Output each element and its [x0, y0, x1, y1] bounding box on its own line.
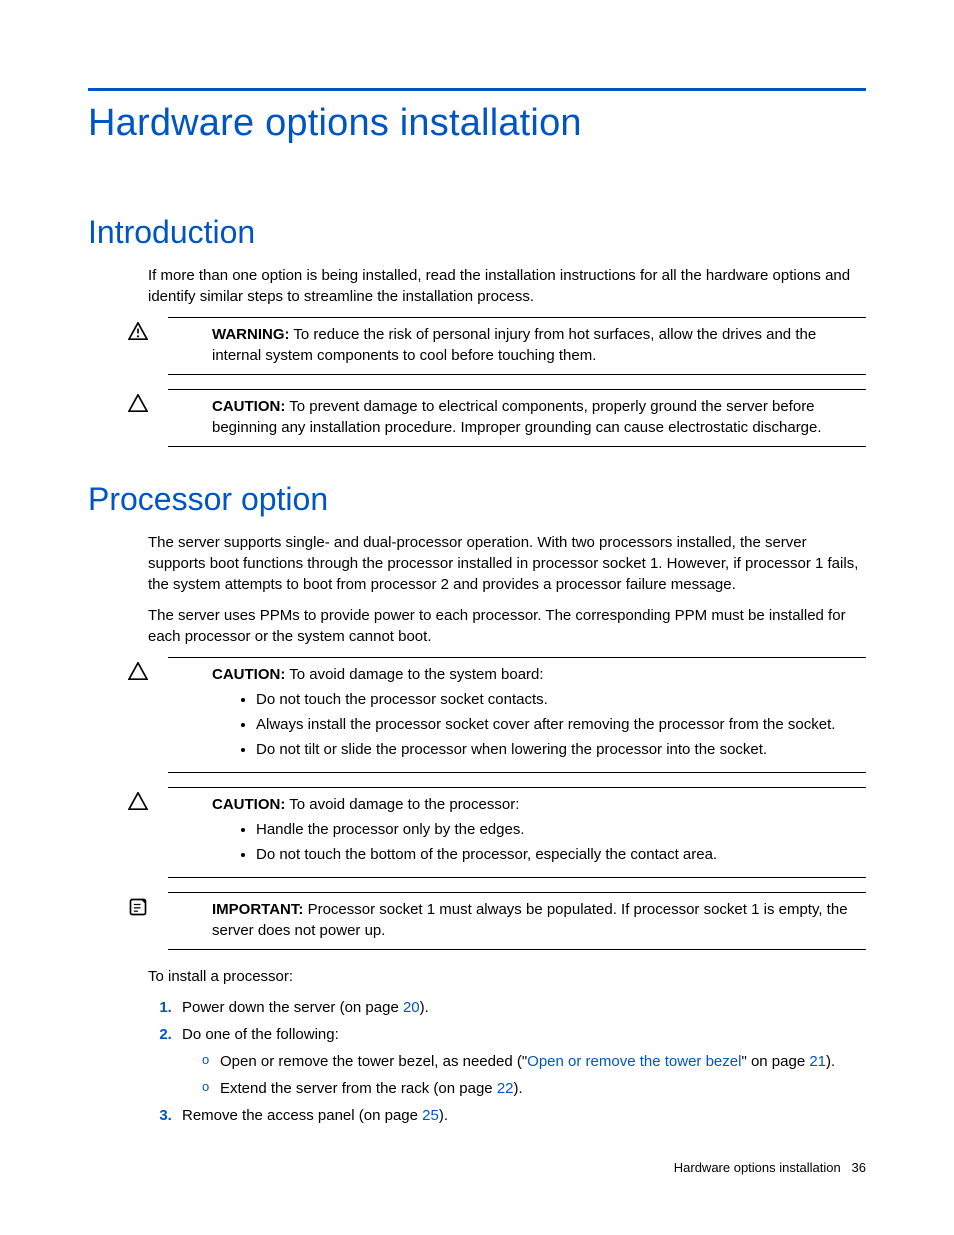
- step-2-sublist: Open or remove the tower bezel, as neede…: [182, 1051, 866, 1099]
- intro-paragraph: If more than one option is being install…: [148, 265, 866, 307]
- caution-icon: [126, 792, 150, 816]
- step-1: Power down the server (on page 20).: [176, 997, 866, 1018]
- bullet-item: Handle the processor only by the edges.: [256, 819, 866, 840]
- step-2: Do one of the following: Open or remove …: [176, 1024, 866, 1099]
- bullet-item: Do not tilt or slide the processor when …: [256, 739, 866, 760]
- sub-item: Open or remove the tower bezel, as neede…: [202, 1051, 866, 1072]
- processor-p2: The server uses PPMs to provide power to…: [148, 605, 866, 647]
- section-title-processor: Processor option: [88, 477, 866, 522]
- sub-item: Extend the server from the rack (on page…: [202, 1078, 866, 1099]
- caution-bullets: Handle the processor only by the edges. …: [212, 819, 866, 865]
- important-text: Processor socket 1 must always be popula…: [212, 901, 848, 939]
- link-open-bezel[interactable]: Open or remove the tower bezel: [527, 1053, 741, 1070]
- caution-text: To avoid damage to the processor:: [289, 796, 519, 813]
- steps-lead-in: To install a processor:: [148, 966, 866, 987]
- important-admonition: IMPORTANT: Processor socket 1 must alway…: [168, 892, 866, 950]
- bullet-item: Always install the processor socket cove…: [256, 714, 866, 735]
- caution-icon: [126, 394, 150, 418]
- section-title-introduction: Introduction: [88, 210, 866, 255]
- caution-label: CAUTION:: [212, 796, 285, 813]
- caution-system-board: CAUTION: To avoid damage to the system b…: [168, 657, 866, 773]
- page-link-25[interactable]: 25: [422, 1107, 439, 1124]
- caution-label: CAUTION:: [212, 666, 285, 683]
- warning-text: To reduce the risk of personal injury fr…: [212, 326, 816, 364]
- important-label: IMPORTANT:: [212, 901, 303, 918]
- warning-label: WARNING:: [212, 326, 290, 343]
- chapter-rule: [88, 88, 866, 91]
- footer-text: Hardware options installation: [674, 1160, 841, 1175]
- caution-label: CAUTION:: [212, 398, 285, 415]
- caution-bullets: Do not touch the processor socket contac…: [212, 689, 866, 760]
- page-link-20[interactable]: 20: [403, 999, 420, 1016]
- note-icon: [126, 897, 150, 923]
- caution-icon: [126, 662, 150, 686]
- footer-page-number: 36: [852, 1160, 866, 1175]
- warning-icon: [126, 322, 150, 346]
- processor-p1: The server supports single- and dual-pro…: [148, 532, 866, 595]
- bullet-item: Do not touch the processor socket contac…: [256, 689, 866, 710]
- page-link-22[interactable]: 22: [497, 1080, 514, 1097]
- page-footer: Hardware options installation 36: [674, 1159, 866, 1177]
- step-3: Remove the access panel (on page 25).: [176, 1105, 866, 1126]
- caution-text: To prevent damage to electrical componen…: [212, 398, 822, 436]
- chapter-title: Hardware options installation: [88, 97, 866, 150]
- bullet-item: Do not touch the bottom of the processor…: [256, 844, 866, 865]
- page-link-21[interactable]: 21: [809, 1053, 826, 1070]
- install-steps: Power down the server (on page 20). Do o…: [148, 997, 866, 1126]
- caution-admonition: CAUTION: To prevent damage to electrical…: [168, 389, 866, 447]
- caution-processor: CAUTION: To avoid damage to the processo…: [168, 787, 866, 878]
- caution-text: To avoid damage to the system board:: [289, 666, 543, 683]
- warning-admonition: WARNING: To reduce the risk of personal …: [168, 317, 866, 375]
